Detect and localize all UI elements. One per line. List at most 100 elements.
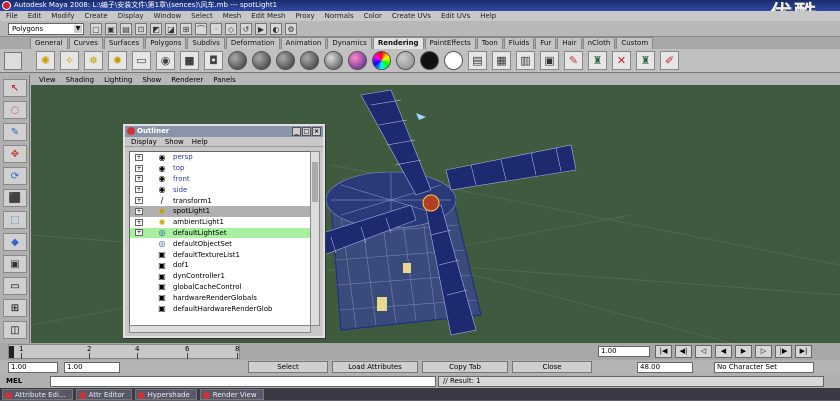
directional-light-icon[interactable]: ✧	[60, 51, 79, 70]
copy-tab-button[interactable]: Copy Tab	[422, 361, 508, 373]
area-light-icon[interactable]: ▭	[132, 51, 151, 70]
mel-input[interactable]	[50, 376, 436, 387]
rotate-tool-icon[interactable]: ⟳	[3, 167, 27, 185]
move-tool-icon[interactable]: ✥	[3, 145, 27, 163]
history-icon[interactable]: ↺	[240, 23, 252, 35]
volume-light-icon[interactable]: ◉	[156, 51, 175, 70]
expand-toggle[interactable]: +	[135, 153, 143, 161]
snap-plane-icon[interactable]: ◇	[225, 23, 237, 35]
shading-map-icon[interactable]	[444, 51, 463, 70]
render-globals-icon[interactable]: ✎	[564, 51, 583, 70]
panel-menu-lighting[interactable]: Lighting	[104, 75, 132, 85]
outliner-item[interactable]: ◎ defaultObjectSet	[130, 238, 310, 249]
taskbar-item-attr-editor[interactable]: Attr Editor	[75, 389, 132, 400]
shelf-tab-custom[interactable]: Custom	[616, 37, 654, 49]
outliner-item[interactable]: + ◉ front	[130, 174, 310, 185]
outliner-item[interactable]: ▣ globalCacheControl	[130, 282, 310, 293]
ramp-shader-icon[interactable]	[372, 51, 391, 70]
layout-single-icon[interactable]: ▭	[3, 277, 27, 295]
select-button[interactable]: Select	[248, 361, 328, 373]
shelf-tab-toon[interactable]: Toon	[476, 37, 503, 49]
shelf-tab-dynamics[interactable]: Dynamics	[327, 37, 372, 49]
camera-aim-icon[interactable]: ◘	[204, 51, 223, 70]
menu-proxy[interactable]: Proxy	[295, 11, 314, 21]
shelf-menu-button[interactable]	[4, 52, 22, 70]
step-back-key-icon[interactable]: ◁	[695, 345, 712, 358]
expand-toggle[interactable]: +	[135, 229, 143, 237]
menu-edit[interactable]: Edit	[28, 11, 42, 21]
layout-four-icon[interactable]: ⊞	[3, 299, 27, 317]
outliner-menu-display[interactable]: Display	[131, 137, 157, 146]
outliner-item[interactable]: + ✹ spotLight1	[130, 205, 310, 217]
render-icon[interactable]: ▶	[255, 23, 267, 35]
hypershade-icon[interactable]: ▤	[468, 51, 487, 70]
lasso-tool-icon[interactable]: ◌	[3, 101, 27, 119]
start-time-field[interactable]: 1.00	[8, 362, 58, 373]
panel-menu-show[interactable]: Show	[142, 75, 161, 85]
select-hierarchy-icon[interactable]: ⊡	[135, 23, 147, 35]
menu-create[interactable]: Create	[84, 11, 107, 21]
go-to-end-icon[interactable]: ▶|	[795, 345, 812, 358]
render-settings-icon[interactable]: ⚙	[285, 23, 297, 35]
outliner-item[interactable]: + ◉ persp	[130, 152, 310, 163]
end-time-field[interactable]: 48.00	[637, 362, 693, 373]
anisotropic-shader-icon[interactable]	[324, 51, 343, 70]
shelf-tab-rendering[interactable]: Rendering	[372, 37, 424, 49]
expand-toggle[interactable]: +	[135, 186, 143, 194]
play-forward-icon[interactable]: ▶	[735, 345, 752, 358]
outliner-item[interactable]: + ◉ side	[130, 184, 310, 195]
use-background-icon[interactable]	[420, 51, 439, 70]
layered-shader-icon[interactable]	[348, 51, 367, 70]
play-backward-icon[interactable]: ◀	[715, 345, 732, 358]
shelf-tab-curves[interactable]: Curves	[68, 37, 103, 49]
menu-help[interactable]: Help	[480, 11, 496, 21]
shelf-tab-fur[interactable]: Fur	[535, 37, 557, 49]
outliner-list[interactable]: + ◉ persp + ◉ top + ◉ front + ◉ side + ∕ transform1 + ✹ s…	[129, 151, 311, 326]
menu-modify[interactable]: Modify	[51, 11, 74, 21]
phonge-shader-icon[interactable]	[300, 51, 319, 70]
show-batch-icon[interactable]: ♜	[636, 51, 655, 70]
spotlight-marker-icon[interactable]	[416, 113, 426, 120]
menu-set-selector[interactable]: Polygons ▼	[8, 23, 84, 35]
lambert-shader-icon[interactable]	[228, 51, 247, 70]
panel-menu-shading[interactable]: Shading	[66, 75, 94, 85]
current-frame-field[interactable]: 1.00	[598, 346, 650, 357]
outliner-item[interactable]: ▣ dof1	[130, 260, 310, 271]
camera-icon[interactable]: ■	[180, 51, 199, 70]
time-slider-bar[interactable]: 1 2 4 6 8	[8, 344, 240, 359]
shelf-tab-painteffects[interactable]: PaintEffects	[424, 37, 476, 49]
panel-menu-view[interactable]: View	[39, 75, 56, 85]
layout-side-icon[interactable]: ◫	[3, 321, 27, 339]
menu-display[interactable]: Display	[118, 11, 144, 21]
render-current-icon[interactable]: ▥	[516, 51, 535, 70]
outliner-menu-help[interactable]: Help	[192, 137, 208, 146]
ipr-icon[interactable]: ◐	[270, 23, 282, 35]
taskbar-item-render-view[interactable]: Render View	[199, 389, 264, 400]
menu-color[interactable]: Color	[364, 11, 382, 21]
expand-toggle[interactable]: +	[135, 207, 143, 215]
go-to-start-icon[interactable]: |◀	[655, 345, 672, 358]
save-scene-icon[interactable]: ▤	[120, 23, 132, 35]
render-view-icon[interactable]: ▦	[492, 51, 511, 70]
shelf-tab-animation[interactable]: Animation	[280, 37, 327, 49]
scale-tool-icon[interactable]: ⬛	[3, 189, 27, 207]
menu-window[interactable]: Window	[154, 11, 182, 21]
point-light-icon[interactable]: ✵	[84, 51, 103, 70]
select-component-icon[interactable]: ◪	[165, 23, 177, 35]
select-object-icon[interactable]: ◩	[150, 23, 162, 35]
close-button[interactable]: ×	[312, 127, 321, 136]
outliner-item[interactable]: + ◉ top	[130, 163, 310, 174]
character-set-field[interactable]: No Character Set	[714, 362, 814, 373]
new-scene-icon[interactable]: ▢	[90, 23, 102, 35]
outliner-item[interactable]: + ◎ defaultLightSet	[130, 227, 310, 239]
current-time-marker[interactable]	[9, 346, 14, 358]
menu-normals[interactable]: Normals	[325, 11, 354, 21]
minimize-button[interactable]: _	[292, 127, 301, 136]
batch-render-icon[interactable]: ♜	[588, 51, 607, 70]
outliner-horizontal-scrollbar[interactable]	[129, 325, 311, 333]
shelf-tab-polygons[interactable]: Polygons	[145, 37, 187, 49]
paint-render-icon[interactable]: ✐	[660, 51, 679, 70]
maximize-button[interactable]: □	[302, 127, 311, 136]
shelf-tab-deformation[interactable]: Deformation	[225, 37, 280, 49]
outliner-menu-show[interactable]: Show	[165, 137, 184, 146]
